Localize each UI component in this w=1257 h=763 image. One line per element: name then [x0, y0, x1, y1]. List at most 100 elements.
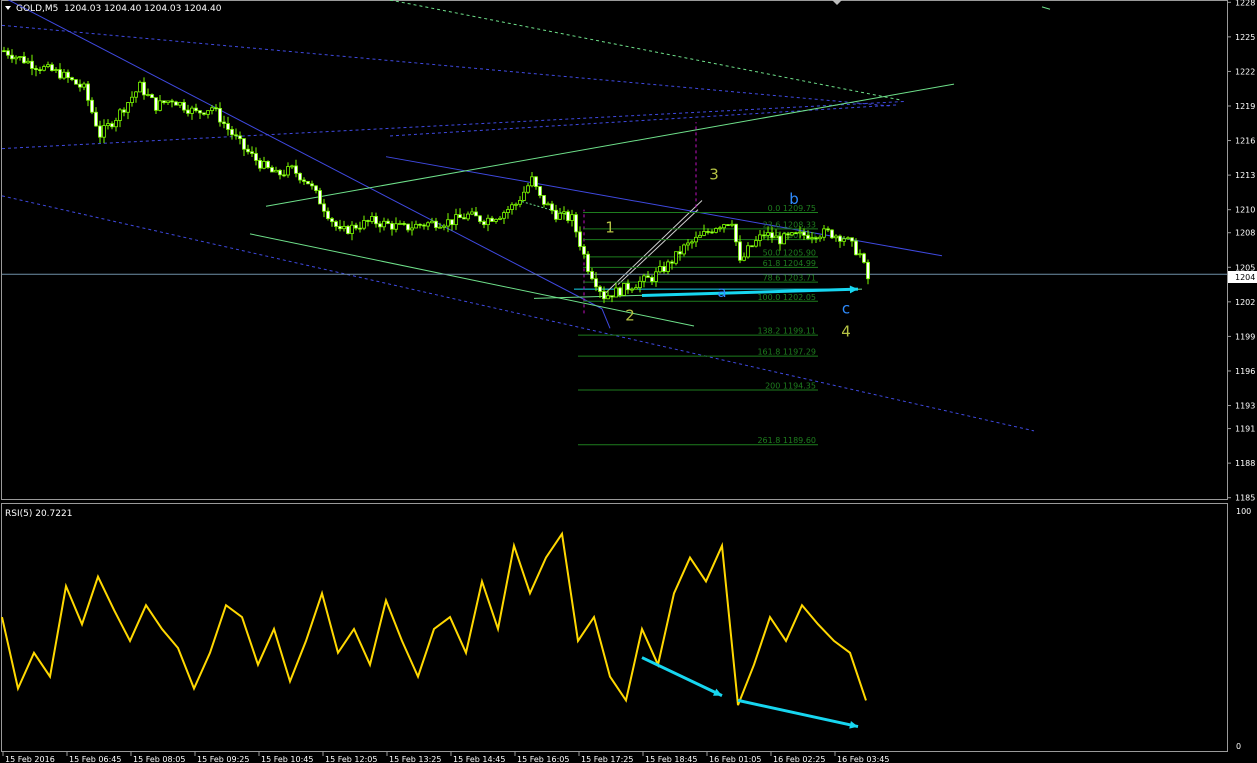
- candle-body: [38, 69, 42, 72]
- candle-body: [834, 235, 838, 239]
- candle-body: [346, 225, 350, 234]
- candle-body: [762, 234, 766, 237]
- candle-body: [718, 227, 722, 230]
- candle-body: [522, 191, 526, 201]
- candle-body: [330, 218, 334, 223]
- candle-body: [638, 280, 642, 289]
- candle-body: [322, 203, 326, 212]
- candle-body: [370, 216, 374, 222]
- candle-body: [278, 169, 282, 176]
- candle-body: [410, 227, 414, 231]
- candle-body: [730, 223, 734, 226]
- candle-body: [242, 138, 246, 150]
- candle-body: [846, 237, 850, 240]
- candle-body: [562, 211, 566, 214]
- candle-body: [110, 123, 114, 128]
- candle-body: [246, 148, 250, 153]
- candle-body: [450, 219, 454, 226]
- candle-body: [394, 223, 398, 230]
- candle-body: [170, 100, 174, 103]
- candle-body: [42, 66, 46, 71]
- candle-body: [698, 234, 702, 238]
- candle-body: [570, 214, 574, 221]
- candle-body: [686, 242, 690, 246]
- price-tick-label: 1228: [1235, 0, 1255, 7]
- candle-body: [258, 160, 262, 169]
- candle-body: [798, 231, 802, 234]
- time-tick-label: 16 Feb 03:45: [837, 755, 889, 763]
- candle-body: [790, 232, 794, 236]
- candle-body: [174, 101, 178, 106]
- candle-body: [442, 225, 446, 228]
- candle-body: [154, 97, 158, 111]
- price-tick-label: 1205: [1235, 263, 1255, 272]
- candle-body: [842, 238, 846, 242]
- candle-body: [150, 94, 154, 99]
- candle-body: [710, 231, 714, 234]
- candle-body: [586, 253, 590, 272]
- candle-body: [742, 256, 746, 261]
- time-tick-label: 15 Feb 16:05: [517, 755, 569, 763]
- candle-body: [286, 166, 290, 176]
- candle-body: [66, 71, 70, 79]
- candle-body: [54, 69, 58, 71]
- candle-body: [342, 225, 346, 230]
- candle-body: [134, 91, 138, 98]
- candle-body: [130, 96, 134, 103]
- candle-body: [474, 211, 478, 217]
- fib-level-label: 61.8 1204.99: [763, 259, 816, 268]
- candle-body: [858, 253, 862, 256]
- candle-body: [298, 172, 302, 181]
- candle-body: [530, 176, 534, 187]
- candle-body: [430, 220, 434, 224]
- candle-body: [782, 233, 786, 245]
- price-tick-label: 1202: [1235, 298, 1255, 307]
- candle-body: [382, 220, 386, 228]
- wave-label-3: 3: [709, 166, 719, 184]
- candle-body: [238, 135, 242, 140]
- candle-body: [426, 222, 430, 227]
- candle-body: [754, 240, 758, 247]
- candle-body: [794, 232, 798, 235]
- candle-body: [838, 235, 842, 242]
- candle-body: [814, 237, 818, 240]
- candle-body: [122, 109, 126, 113]
- candle-body: [658, 266, 662, 273]
- candle-body: [58, 69, 62, 79]
- candle-body: [818, 236, 822, 240]
- candle-body: [674, 251, 678, 264]
- candle-body: [70, 77, 74, 81]
- candle-body: [190, 107, 194, 114]
- candle-body: [682, 244, 686, 255]
- candle-body: [62, 71, 66, 79]
- candle-body: [26, 60, 30, 64]
- candle-body: [554, 209, 558, 220]
- fib-level-label: 78.6 1203.71: [763, 274, 816, 283]
- price-tick-label: 1216: [1235, 137, 1255, 146]
- candle-body: [46, 64, 50, 67]
- candle-body: [502, 212, 506, 219]
- candle-body: [78, 83, 82, 88]
- candle-body: [350, 224, 354, 234]
- candle-body: [670, 261, 674, 264]
- wave-label-2: 2: [625, 306, 635, 324]
- candle-body: [262, 160, 266, 169]
- candle-body: [290, 165, 294, 168]
- candle-body: [778, 235, 782, 245]
- fib-level-label: 161.8 1197.29: [757, 348, 816, 357]
- candle-body: [314, 185, 318, 191]
- candle-body: [318, 190, 322, 205]
- candle-body: [478, 215, 482, 222]
- candle-body: [614, 287, 618, 298]
- candle-body: [746, 245, 750, 258]
- candle-body: [354, 224, 358, 229]
- time-tick-label: 15 Feb 18:45: [645, 755, 697, 763]
- rsi-scale-top: 100: [1236, 507, 1251, 516]
- candle-body: [822, 228, 826, 238]
- candle-body: [498, 217, 502, 220]
- candle-body: [306, 181, 310, 185]
- candle-body: [166, 100, 170, 103]
- candle-body: [726, 224, 730, 226]
- candle-body: [494, 219, 498, 222]
- fib-level-label: 138.2 1199.11: [757, 327, 816, 336]
